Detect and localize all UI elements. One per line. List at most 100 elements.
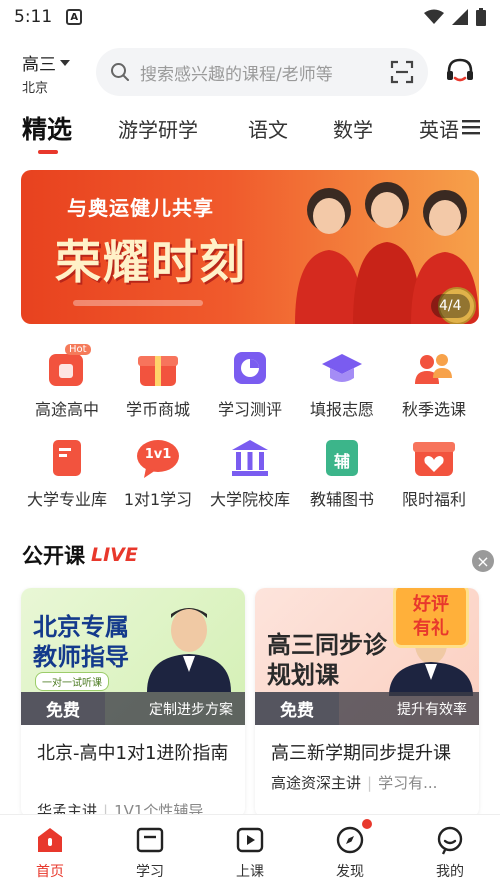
status-bar: 5:11 A xyxy=(0,0,500,34)
thumbnail-tag: 一对一试听课 xyxy=(35,672,109,691)
nav-study[interactable]: 学习 xyxy=(110,825,190,881)
course-card-2[interactable]: 高三同步诊 规划课 好评 有礼 免费 提升有效率 高三新学期同步提升课 高途资深… xyxy=(255,588,479,818)
course-subtitle: 学习有... xyxy=(378,774,438,792)
good-review-badge: 好评 有礼 xyxy=(393,588,469,648)
study-icon xyxy=(135,825,165,855)
tab-chinese[interactable]: 语文 xyxy=(248,114,288,143)
nav-label: 首页 xyxy=(36,864,64,880)
status-time: 5:11 xyxy=(14,7,53,27)
nav-class[interactable]: 上课 xyxy=(210,825,290,881)
grid-item-label: 填报志愿 xyxy=(309,400,374,419)
grid-item-learning-assessment[interactable]: 学习测评 xyxy=(200,346,300,420)
banner-subtitle: 与奥运健儿共享 xyxy=(67,196,214,220)
free-bar: 免费 提升有效率 xyxy=(255,692,479,725)
banner-title: 荣耀时刻 xyxy=(55,235,247,289)
status-icons xyxy=(424,8,486,26)
graduation-cap-icon xyxy=(320,346,364,390)
grid-item-tutoring-books[interactable]: 辅 教辅图书 xyxy=(292,436,392,510)
gift-box-icon xyxy=(136,346,180,390)
tab-study-tour[interactable]: 游学研学 xyxy=(118,114,198,143)
course-meta: 高途资深主讲 | 学习有... xyxy=(271,774,438,792)
course-title: 北京-高中1对1进阶指南 xyxy=(37,743,229,764)
free-bar-caption: 提升有效率 xyxy=(397,701,467,718)
bottom-navigation: 首页 学习 上课 发现 我的 xyxy=(0,814,500,888)
active-tab-indicator xyxy=(38,150,58,154)
people-icon xyxy=(412,346,456,390)
profile-icon xyxy=(435,825,465,855)
grid-item-university-majors[interactable]: 大学专业库 xyxy=(17,436,117,510)
hot-badge: Hot xyxy=(65,344,91,355)
nav-label: 发现 xyxy=(336,864,364,880)
nav-profile[interactable]: 我的 xyxy=(410,825,490,881)
battery-icon xyxy=(476,8,486,26)
grid-item-label: 大学院校库 xyxy=(209,490,290,509)
grid-item-label: 大学专业库 xyxy=(26,490,107,509)
grid-item-label: 学币商城 xyxy=(125,400,190,419)
free-bar-caption: 定制进步方案 xyxy=(149,701,233,718)
signal-icon xyxy=(452,9,468,25)
speech-bubble-1v1-icon: 1v1 xyxy=(136,436,180,480)
grid-item-gaotu-high-school[interactable]: Hot 高途高中 xyxy=(17,344,117,420)
course-title: 高三新学期同步提升课 xyxy=(271,743,451,764)
nav-label: 我的 xyxy=(436,864,464,880)
grade-label: 高三 xyxy=(22,55,56,75)
nav-home[interactable]: 首页 xyxy=(10,825,90,881)
free-badge: 免费 xyxy=(21,692,105,725)
promo-banner[interactable]: 与奥运健儿共享 荣耀时刻 4/4 xyxy=(21,170,479,324)
home-icon xyxy=(35,825,65,855)
grid-item-fall-course-selection[interactable]: 秋季选课 xyxy=(384,346,484,420)
notification-dot xyxy=(362,819,372,829)
grid-item-label: 1对1学习 xyxy=(123,490,193,509)
thumbnail-title: 高三同步诊 规划课 xyxy=(267,631,387,689)
close-icon[interactable]: × xyxy=(472,550,494,572)
tab-english[interactable]: 英语 xyxy=(419,114,459,143)
one-v-one-text: 1v1 xyxy=(144,447,172,462)
grid-item-one-on-one[interactable]: 1v1 1对1学习 xyxy=(108,436,208,510)
banner-page-counter: 4/4 xyxy=(431,294,470,318)
menu-icon[interactable] xyxy=(462,118,480,136)
grid-item-college-application[interactable]: 填报志愿 xyxy=(292,346,392,420)
live-label: LIVE xyxy=(91,544,138,566)
course-teacher: 高途资深主讲 xyxy=(271,774,362,792)
grid-item-coin-mall[interactable]: 学币商城 xyxy=(108,346,208,420)
thumbnail-title: 北京专属 教师指导 xyxy=(33,613,129,671)
scan-icon[interactable] xyxy=(390,60,414,84)
city-label: 北京 xyxy=(22,81,49,96)
tutoring-book-icon: 辅 xyxy=(320,436,364,480)
search-bar[interactable]: 搜索感兴趣的课程/老师等 xyxy=(96,48,428,96)
open-class-title: 公开课 xyxy=(22,544,85,568)
clock-chart-icon xyxy=(228,346,272,390)
nav-discover[interactable]: 发现 xyxy=(310,825,390,881)
category-tabs: 精选 游学研学 语文 数学 英语 xyxy=(0,110,500,160)
grid-item-label: 限时福利 xyxy=(401,490,466,509)
headset-icon xyxy=(447,58,473,82)
grid-item-limited-benefits[interactable]: 限时福利 xyxy=(384,436,484,510)
book-icon xyxy=(45,436,89,480)
wifi-icon xyxy=(424,9,444,24)
grid-item-university-database[interactable]: 大学院校库 xyxy=(200,436,300,510)
tab-math[interactable]: 数学 xyxy=(333,114,373,143)
school-icon: Hot xyxy=(45,344,91,390)
search-placeholder: 搜索感兴趣的课程/老师等 xyxy=(140,64,333,85)
free-bar: 免费 定制进步方案 xyxy=(21,692,245,725)
top-bar: 高三 北京 搜索感兴趣的课程/老师等 xyxy=(0,44,500,102)
tutoring-char: 辅 xyxy=(333,452,350,471)
heart-gift-icon xyxy=(412,436,456,480)
grid-item-label: 秋季选课 xyxy=(401,400,466,419)
course-card-1[interactable]: 北京专属 教师指导 一对一试听课 免费 定制进步方案 北京-高中1对1进阶指南 … xyxy=(21,588,245,818)
nav-label: 上课 xyxy=(236,864,264,880)
university-building-icon xyxy=(228,436,272,480)
notification-a-icon: A xyxy=(66,9,83,25)
search-icon xyxy=(111,63,129,81)
grid-item-label: 教辅图书 xyxy=(309,490,374,509)
grade-selector[interactable]: 高三 北京 xyxy=(22,50,70,96)
open-class-header: 公开课 LIVE xyxy=(22,540,138,570)
play-class-icon xyxy=(235,825,265,855)
nav-label: 学习 xyxy=(136,864,164,880)
grid-item-label: 学习测评 xyxy=(217,400,282,419)
banner-decoration xyxy=(73,300,203,306)
teacher-photo xyxy=(147,608,231,692)
tab-featured[interactable]: 精选 xyxy=(22,110,72,146)
customer-service-button[interactable] xyxy=(444,56,476,92)
compass-icon xyxy=(335,825,365,855)
